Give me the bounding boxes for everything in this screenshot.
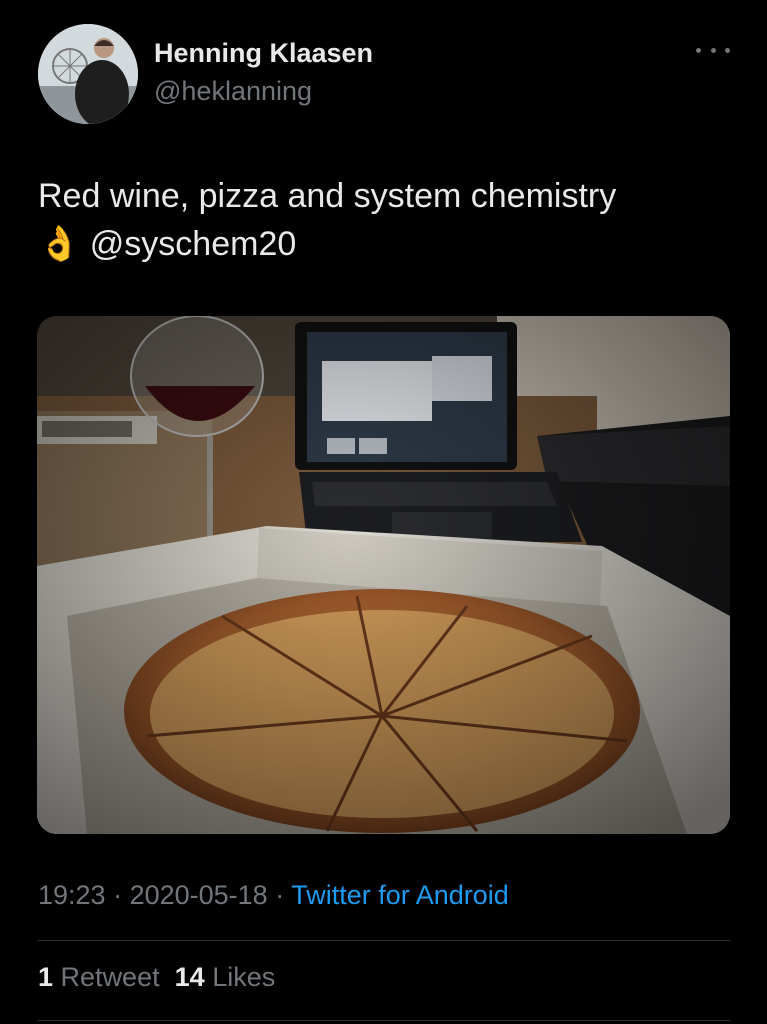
ok-hand-emoji-icon: 👌 — [38, 225, 81, 263]
more-dot — [725, 47, 730, 53]
tweet-text-line: Red wine, pizza and system chemistry — [38, 177, 617, 215]
more-dot — [696, 47, 701, 53]
tweet-photo[interactable] — [37, 316, 730, 834]
likes-count: 14 — [174, 962, 205, 992]
author-name[interactable]: Henning Klaasen — [154, 38, 373, 69]
retweets-stat[interactable]: 1 Retweet — [38, 962, 160, 992]
likes-stat[interactable]: 14 Likes — [175, 962, 276, 992]
likes-label: Likes — [212, 962, 276, 992]
divider — [38, 940, 730, 941]
meta-separator: · — [105, 880, 130, 910]
retweets-label: Retweet — [60, 962, 160, 992]
avatar[interactable] — [38, 24, 138, 124]
more-dot — [710, 47, 716, 53]
more-horizontal-icon[interactable] — [696, 40, 730, 60]
tweet-text: Red wine, pizza and system chemistry 👌 @… — [38, 172, 738, 268]
source-link[interactable]: Twitter for Android — [291, 880, 509, 910]
retweets-count: 1 — [38, 962, 54, 992]
avatar-image — [38, 24, 138, 124]
tweet-stats: 1 Retweet 14 Likes — [38, 962, 275, 993]
tweet-text-line: 👌 @syschem20 — [38, 220, 738, 268]
tweet-meta: 19:23 · 2020-05-18 · Twitter for Android — [38, 880, 509, 911]
tweet-date[interactable]: 2020-05-18 — [130, 880, 268, 910]
meta-separator: · — [267, 880, 292, 910]
tweet-time[interactable]: 19:23 — [38, 880, 106, 910]
divider — [38, 1020, 730, 1021]
author-handle[interactable]: @heklanning — [154, 76, 312, 107]
photo-pizza-laptop-wine — [37, 316, 730, 834]
mention-link[interactable]: @syschem20 — [90, 225, 296, 263]
